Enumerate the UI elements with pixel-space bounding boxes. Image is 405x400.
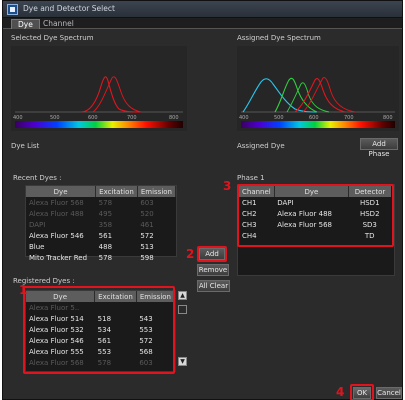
excitation-value: 495 bbox=[98, 209, 113, 218]
recent-dyes-table: Dye Excitation Emission Alexa Fluor 568 5… bbox=[26, 186, 177, 263]
emission-value: 513 bbox=[140, 242, 154, 251]
tab-bar: Dye Channel bbox=[3, 18, 402, 29]
dye-name: Mito Tracker Red bbox=[29, 253, 88, 262]
recent-dye-row[interactable]: Blue 488 513 bbox=[26, 241, 176, 252]
callout-number-1: 1 bbox=[19, 283, 28, 297]
emission-value: 461 bbox=[140, 220, 154, 229]
asg-tick-800: 800 bbox=[383, 115, 393, 121]
recent-dye-row[interactable]: Alexa Fluor 568 578 603 bbox=[26, 197, 176, 208]
assigned-spectrum-label: Assigned Dye Spectrum bbox=[237, 34, 321, 42]
recent-dye-row[interactable]: Mito Tracker Red 578 598 bbox=[26, 252, 176, 263]
dye-list-label: Dye List bbox=[11, 142, 40, 150]
asg-tick-400: 400 bbox=[239, 115, 249, 121]
recent-dyes-label: Recent Dyes : bbox=[13, 174, 62, 182]
emission-value: 572 bbox=[140, 231, 154, 240]
phase-label: Phase 1 bbox=[237, 174, 265, 182]
assigned-dye-label: Assigned Dye bbox=[237, 142, 285, 150]
asg-tick-600: 600 bbox=[309, 115, 319, 121]
scroll-down-icon[interactable]: ▼ bbox=[178, 357, 187, 366]
callout-number-3: 3 bbox=[223, 179, 232, 193]
tab-channel[interactable]: Channel bbox=[37, 19, 80, 29]
excitation-value: 488 bbox=[98, 242, 113, 251]
emission-value: 520 bbox=[140, 209, 154, 218]
emission-value: 603 bbox=[140, 198, 154, 207]
callout-box-2 bbox=[197, 246, 227, 262]
recent-col-excitation[interactable]: Excitation bbox=[95, 186, 138, 197]
dye-name: DAPI bbox=[29, 220, 46, 229]
sel-tick-800: 800 bbox=[169, 115, 179, 121]
all-clear-button[interactable]: All Clear bbox=[197, 280, 230, 292]
tab-dye[interactable]: Dye bbox=[11, 19, 40, 29]
sel-tick-600: 600 bbox=[88, 115, 98, 121]
recent-col-dye[interactable]: Dye bbox=[26, 186, 97, 197]
excitation-value: 578 bbox=[98, 253, 113, 262]
callout-number-4: 4 bbox=[336, 385, 345, 399]
dye-name: Blue bbox=[29, 242, 45, 251]
excitation-value: 578 bbox=[98, 198, 113, 207]
selected-spectrum-chart bbox=[11, 46, 187, 131]
scroll-up-icon[interactable]: ▲ bbox=[178, 291, 187, 300]
asg-tick-500: 500 bbox=[274, 115, 284, 121]
callout-number-2: 2 bbox=[186, 247, 195, 261]
sel-tick-500: 500 bbox=[50, 115, 60, 121]
callout-box-3 bbox=[237, 184, 394, 247]
recent-dye-row[interactable]: DAPI 358 461 bbox=[26, 219, 176, 230]
app-icon bbox=[7, 4, 18, 15]
dye-name: Alexa Fluor 488 bbox=[29, 209, 84, 218]
excitation-value: 561 bbox=[98, 231, 113, 240]
window-title: Dye and Detector Select bbox=[23, 4, 115, 13]
excitation-value: 358 bbox=[98, 220, 113, 229]
title-bar: Dye and Detector Select bbox=[3, 1, 402, 18]
recent-dye-row[interactable]: Alexa Fluor 546 561 572 bbox=[26, 230, 176, 241]
sel-tick-700: 700 bbox=[127, 115, 137, 121]
add-phase-button[interactable]: Add Phase bbox=[360, 138, 398, 158]
scroll-track[interactable] bbox=[178, 305, 187, 314]
cancel-button[interactable]: Cancel bbox=[376, 387, 402, 399]
emission-value: 598 bbox=[140, 253, 154, 262]
sel-tick-400: 400 bbox=[13, 115, 23, 121]
callout-box-4 bbox=[350, 384, 374, 400]
recent-col-emission[interactable]: Emission bbox=[137, 186, 177, 197]
callout-box-1 bbox=[23, 286, 175, 374]
remove-button[interactable]: Remove bbox=[197, 264, 229, 276]
dialog-window: Dye and Detector Select Dye Channel Sele… bbox=[2, 0, 403, 400]
dye-name: Alexa Fluor 568 bbox=[29, 198, 84, 207]
asg-tick-700: 700 bbox=[344, 115, 354, 121]
recent-dye-row[interactable]: Alexa Fluor 488 495 520 bbox=[26, 208, 176, 219]
selected-spectrum-label: Selected Dye Spectrum bbox=[11, 34, 94, 42]
dye-name: Alexa Fluor 546 bbox=[29, 231, 84, 240]
